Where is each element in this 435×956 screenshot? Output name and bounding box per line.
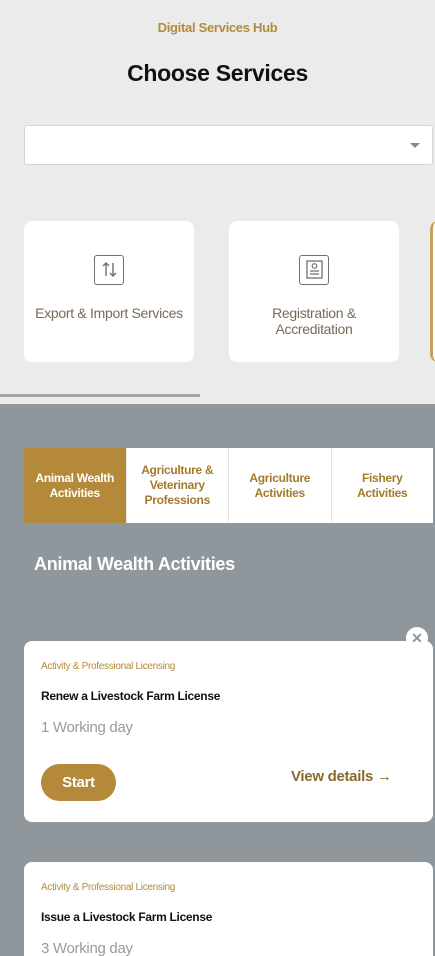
chevron-down-icon	[410, 143, 420, 148]
category-card-export-import[interactable]: Export & Import Services	[24, 221, 194, 362]
carousel-scrollbar[interactable]	[0, 394, 200, 397]
page-title: Choose Services	[127, 60, 308, 86]
certificate-icon	[299, 255, 329, 285]
tab-animal-wealth[interactable]: Animal Wealth Activities	[24, 448, 126, 523]
services-panel: Animal Wealth Activities Agriculture & V…	[0, 404, 435, 956]
service-card: Activity & Professional Licensing Renew …	[24, 641, 433, 822]
category-card-partial[interactable]	[430, 221, 435, 362]
close-icon[interactable]: ✕	[406, 627, 428, 649]
service-category: Activity & Professional Licensing	[41, 661, 176, 672]
tab-agriculture-veterinary[interactable]: Agriculture & Veterinary Professions	[125, 448, 229, 523]
service-select[interactable]	[24, 125, 433, 165]
activity-tabs: Animal Wealth Activities Agriculture & V…	[24, 448, 433, 523]
category-label: Export & Import Services	[35, 305, 183, 321]
tab-fishery[interactable]: Fishery Activities	[330, 448, 434, 523]
service-name: Issue a Livestock Farm License	[41, 910, 213, 924]
service-card: Activity & Professional Licensing Issue …	[24, 862, 433, 956]
category-card-registration[interactable]: Registration & Accreditation	[229, 221, 399, 362]
service-duration: 1 Working day	[41, 719, 133, 736]
start-button[interactable]: Start	[41, 764, 116, 801]
hub-label: Digital Services Hub	[157, 20, 278, 35]
tab-agriculture[interactable]: Agriculture Activities	[228, 448, 331, 523]
service-duration: 3 Working day	[41, 940, 133, 956]
service-chooser-panel: Digital Services Hub Choose Services Exp…	[0, 0, 435, 404]
view-details-link[interactable]: View details →	[291, 768, 392, 785]
export-import-icon	[94, 255, 124, 285]
category-label: Registration & Accreditation	[272, 305, 356, 337]
section-title: Animal Wealth Activities	[34, 554, 235, 574]
service-category: Activity & Professional Licensing	[41, 882, 176, 893]
service-name: Renew a Livestock Farm License	[41, 689, 221, 703]
